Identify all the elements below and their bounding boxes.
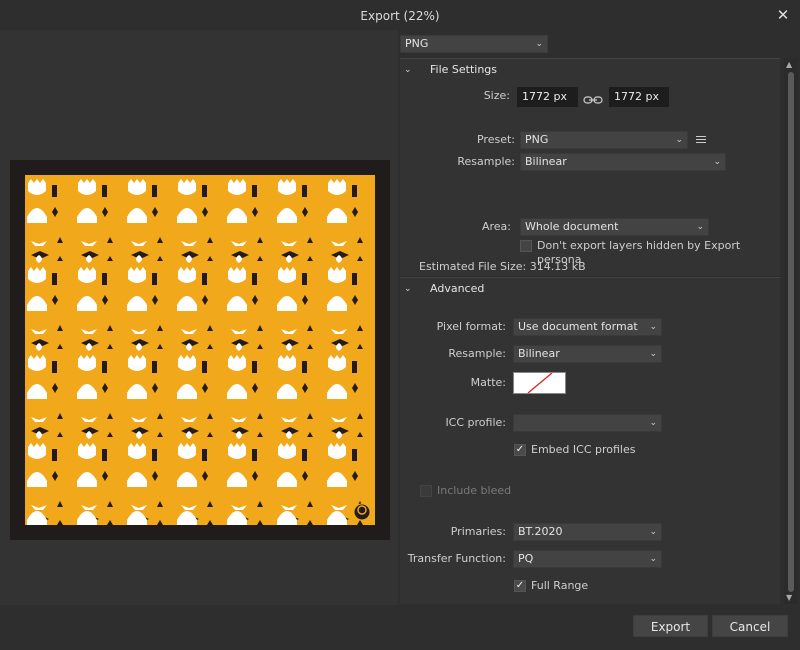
settings-scrollbar[interactable]: ▲ ▼ (784, 58, 798, 604)
width-field[interactable]: 1772 px (517, 87, 578, 107)
primaries-select[interactable]: BT.2020 ⌄ (513, 523, 662, 541)
pixel-format-select[interactable]: Use document format ⌄ (513, 318, 662, 336)
chevron-down-icon: ⌄ (404, 65, 412, 75)
matte-swatch[interactable] (513, 372, 566, 394)
transfer-function-label: Transfer Function: (407, 552, 506, 565)
close-icon[interactable]: ✕ (774, 6, 792, 24)
adv-resample-select[interactable]: Bilinear ⌄ (513, 345, 662, 363)
no-color-icon (527, 372, 553, 394)
scrollbar-thumb[interactable] (788, 72, 794, 592)
advanced-header[interactable]: ⌄ Advanced (400, 278, 780, 300)
chevron-down-icon: ⌄ (649, 554, 657, 564)
full-range-label: Full Range (531, 579, 589, 592)
hidden-layers-checkbox[interactable] (520, 240, 532, 252)
advanced-title: Advanced (430, 282, 485, 295)
chevron-down-icon: ⌄ (675, 135, 683, 145)
chevron-down-icon: ⌄ (696, 222, 704, 232)
full-range-checkbox[interactable]: ✓ (514, 580, 526, 592)
include-bleed-checkbox[interactable] (420, 485, 432, 497)
resample-select-value: Bilinear (525, 155, 567, 168)
scroll-up-icon[interactable]: ▲ (786, 60, 792, 69)
chevron-down-icon: ⌄ (649, 349, 657, 359)
estimated-file-size: Estimated File Size: 314.13 kB (419, 260, 586, 273)
export-button[interactable]: Export (633, 615, 708, 637)
pattern-image (27, 179, 371, 525)
icc-profile-label: ICC profile: (445, 416, 506, 429)
preset-select[interactable]: PNG ⌄ (520, 131, 688, 149)
preview-pane (0, 30, 398, 605)
chevron-down-icon: ⌄ (535, 39, 543, 49)
primaries-label: Primaries: (450, 525, 506, 538)
adv-resample-label: Resample: (448, 347, 506, 360)
pixel-format-select-value: Use document format (518, 320, 638, 333)
window-title: Export (22%) (360, 9, 440, 23)
title-bar: Export (22%) ✕ (0, 0, 800, 30)
area-select[interactable]: Whole document ⌄ (520, 218, 709, 236)
transfer-function-select-value: PQ (518, 552, 534, 565)
preset-select-value: PNG (525, 133, 549, 146)
format-select[interactable]: PNG ⌄ (400, 35, 548, 53)
chevron-down-icon: ⌄ (649, 418, 657, 428)
file-settings-section: ⌄ File Settings Size: 1772 px 1772 px Pr… (400, 58, 780, 276)
transfer-function-select[interactable]: PQ ⌄ (513, 550, 662, 568)
primaries-select-value: BT.2020 (518, 525, 563, 538)
file-settings-title: File Settings (430, 63, 498, 76)
chevron-down-icon: ⌄ (649, 527, 657, 537)
adv-resample-select-value: Bilinear (518, 347, 560, 360)
matte-label: Matte: (470, 376, 506, 389)
settings-panel: ⌄ File Settings Size: 1772 px 1772 px Pr… (400, 58, 780, 604)
size-label: Size: (483, 89, 510, 102)
chevron-down-icon: ⌄ (713, 157, 721, 167)
resample-select[interactable]: Bilinear ⌄ (520, 153, 726, 171)
include-bleed-label: Include bleed (437, 484, 512, 497)
link-icon[interactable] (583, 95, 603, 105)
file-settings-header[interactable]: ⌄ File Settings (400, 59, 780, 81)
pixel-format-label: Pixel format: (436, 320, 506, 333)
icc-profile-select[interactable]: ⌄ (513, 414, 662, 432)
embed-icc-checkbox[interactable]: ✓ (514, 444, 526, 456)
preview-artboard (10, 160, 390, 540)
preset-label: Preset: (476, 133, 515, 146)
preset-menu-icon[interactable] (696, 136, 706, 146)
area-label: Area: (481, 220, 511, 233)
area-select-value: Whole document (525, 220, 619, 233)
chevron-down-icon: ⌄ (649, 322, 657, 332)
preview-artwork (25, 175, 375, 525)
embed-icc-label: Embed ICC profiles (531, 443, 636, 456)
chevron-down-icon: ⌄ (404, 284, 412, 294)
cancel-button[interactable]: Cancel (712, 615, 788, 637)
advanced-section: ⌄ Advanced Pixel format: Use document fo… (400, 277, 780, 604)
format-select-value: PNG (405, 37, 429, 50)
scroll-down-icon[interactable]: ▼ (786, 593, 792, 602)
height-field[interactable]: 1772 px (609, 87, 669, 107)
resample-label: Resample: (457, 155, 515, 168)
